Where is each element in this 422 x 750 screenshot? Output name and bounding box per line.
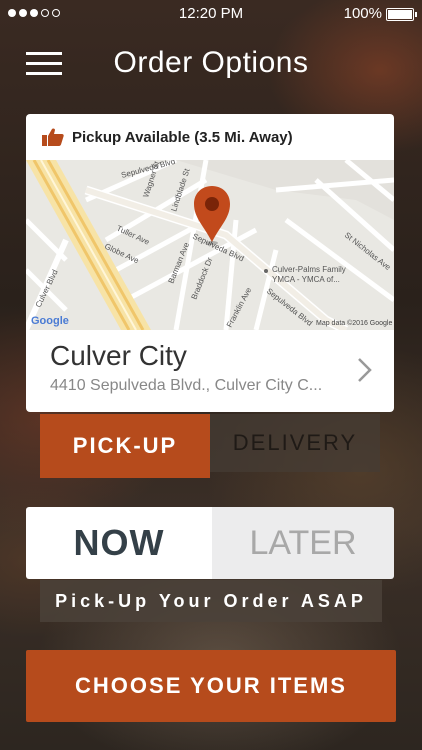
fulfillment-toggle: PICK-UP DELIVERY [40,414,380,480]
page-title: Order Options [113,46,309,79]
google-logo: Google [31,315,69,327]
status-bar: 12:20 PM 100% [0,0,422,28]
store-name: Culver City [50,340,187,371]
battery-icon [386,8,417,21]
timing-message: Pick-Up Your Order ASAP [40,580,382,622]
pickup-button[interactable]: PICK-UP [40,414,210,478]
now-button[interactable]: NOW [26,507,212,579]
map-view[interactable]: Sepulveda Blvd Wagner St Lindblade St Tu… [26,160,394,330]
choose-items-button[interactable]: CHOOSE YOUR ITEMS [26,650,396,722]
map-label: YMCA - YMCA of... [272,275,340,284]
store-location-row[interactable]: Culver City 4410 Sepulveda Blvd., Culver… [26,330,394,412]
later-button[interactable]: LATER [212,507,394,579]
delivery-button[interactable]: DELIVERY [210,414,380,472]
chevron-right-icon [358,358,372,382]
location-card: Pickup Available (3.5 Mi. Away) Sepulved… [26,114,394,412]
battery-percent: 100% [343,5,382,22]
thumbs-up-icon [42,128,64,146]
store-address: 4410 Sepulveda Blvd., Culver City C... [50,377,323,394]
map-label: Culver-Palms Family [272,265,346,274]
pickup-availability: Pickup Available (3.5 Mi. Away) [26,114,394,160]
pickup-status: Pickup Available (3.5 Mi. Away) [72,128,293,146]
timing-toggle: NOW LATER [26,507,394,579]
map-attribution: Map data ©2016 Google [316,319,392,327]
